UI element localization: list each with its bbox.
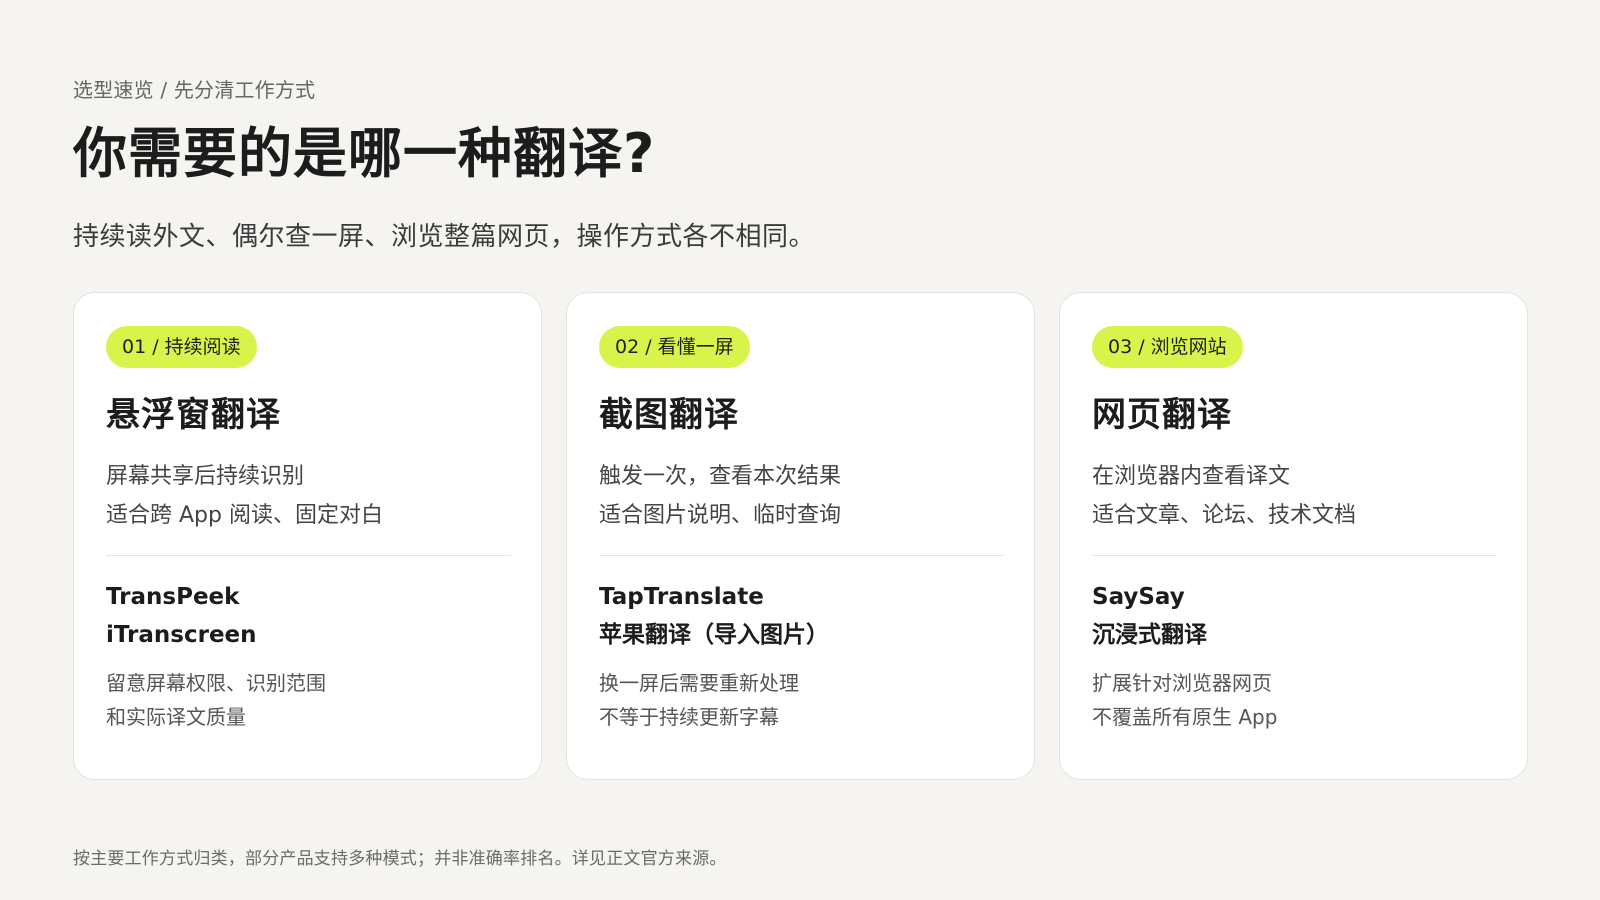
- card-list: 01 / 持续阅读 悬浮窗翻译 屏幕共享后持续识别 适合跨 App 阅读、固定对…: [73, 292, 1528, 780]
- card-title: 截图翻译: [599, 395, 739, 435]
- card-note-line: 和实际译文质量: [106, 705, 246, 729]
- card-products: TapTranslate 苹果翻译（导入图片）: [599, 578, 1002, 654]
- card-screenshot: 02 / 看懂一屏 截图翻译 触发一次，查看本次结果 适合图片说明、临时查询 T…: [566, 292, 1035, 780]
- card-description-line: 适合跨 App 阅读、固定对白: [106, 503, 383, 528]
- product-name: iTranscreen: [106, 622, 257, 648]
- card-floating-window: 01 / 持续阅读 悬浮窗翻译 屏幕共享后持续识别 适合跨 App 阅读、固定对…: [73, 292, 542, 780]
- page-subtitle: 持续读外文、偶尔查一屏、浏览整篇网页，操作方式各不相同。: [73, 222, 816, 252]
- card-products: TransPeek iTranscreen: [106, 578, 509, 654]
- product-name: 沉浸式翻译: [1092, 622, 1207, 648]
- card-title: 悬浮窗翻译: [106, 395, 281, 435]
- card-tag: 03 / 浏览网站: [1092, 326, 1243, 368]
- card-note-line: 不等于持续更新字幕: [599, 705, 779, 729]
- card-products: SaySay 沉浸式翻译: [1092, 578, 1495, 654]
- card-divider: [599, 555, 1004, 556]
- card-description-line: 适合图片说明、临时查询: [599, 503, 842, 528]
- product-name: SaySay: [1092, 584, 1185, 610]
- card-note-line: 不覆盖所有原生 App: [1092, 705, 1278, 729]
- card-note-line: 扩展针对浏览器网页: [1092, 671, 1272, 695]
- page-title: 你需要的是哪一种翻译?: [73, 122, 656, 185]
- card-divider: [1092, 555, 1497, 556]
- footnote: 按主要工作方式归类，部分产品支持多种模式；并非准确率排名。详见正文官方来源。: [73, 849, 727, 869]
- card-notes: 扩展针对浏览器网页 不覆盖所有原生 App: [1092, 666, 1495, 734]
- card-tag: 01 / 持续阅读: [106, 326, 257, 368]
- card-title: 网页翻译: [1092, 395, 1232, 435]
- eyebrow-text: 选型速览 / 先分清工作方式: [73, 78, 316, 102]
- card-description-line: 适合文章、论坛、技术文档: [1092, 503, 1357, 528]
- card-notes: 留意屏幕权限、识别范围 和实际译文质量: [106, 666, 509, 734]
- card-notes: 换一屏后需要重新处理 不等于持续更新字幕: [599, 666, 1002, 734]
- product-name: TapTranslate: [599, 584, 764, 610]
- card-description-line: 触发一次，查看本次结果: [599, 464, 842, 489]
- slide: 选型速览 / 先分清工作方式 你需要的是哪一种翻译? 持续读外文、偶尔查一屏、浏…: [73, 0, 1528, 900]
- product-name: 苹果翻译（导入图片）: [599, 622, 829, 648]
- card-note-line: 留意屏幕权限、识别范围: [106, 671, 326, 695]
- card-tag: 02 / 看懂一屏: [599, 326, 750, 368]
- product-name: TransPeek: [106, 584, 240, 610]
- card-divider: [106, 555, 511, 556]
- card-note-line: 换一屏后需要重新处理: [599, 671, 799, 695]
- card-web-page: 03 / 浏览网站 网页翻译 在浏览器内查看译文 适合文章、论坛、技术文档 Sa…: [1059, 292, 1528, 780]
- card-description: 屏幕共享后持续识别 适合跨 App 阅读、固定对白: [106, 457, 509, 535]
- card-description-line: 在浏览器内查看译文: [1092, 464, 1291, 489]
- card-description: 在浏览器内查看译文 适合文章、论坛、技术文档: [1092, 457, 1495, 535]
- card-description-line: 屏幕共享后持续识别: [106, 464, 305, 489]
- card-description: 触发一次，查看本次结果 适合图片说明、临时查询: [599, 457, 1002, 535]
